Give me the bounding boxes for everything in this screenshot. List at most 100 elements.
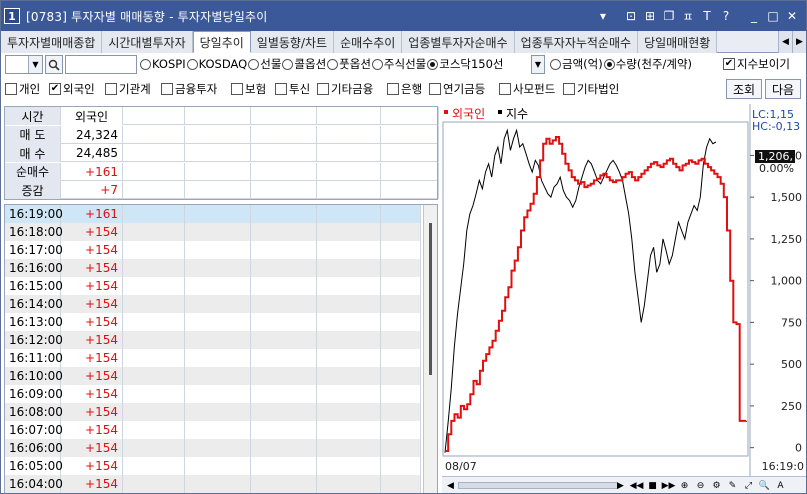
- market-radio-2[interactable]: 선물: [248, 56, 281, 72]
- tab-4[interactable]: 순매수추이: [334, 31, 403, 53]
- chevron-down-icon[interactable]: ▼: [532, 56, 544, 73]
- tab-3[interactable]: 일별동향/차트: [250, 31, 335, 53]
- investor-check-2[interactable]: 기관계: [105, 81, 151, 97]
- investor-check-5[interactable]: 투신: [275, 81, 310, 97]
- table-row[interactable]: 16:14:00 +154: [5, 295, 421, 313]
- code-combo[interactable]: ▼: [5, 55, 43, 74]
- radio-dot[interactable]: [327, 58, 339, 70]
- investor-check-9[interactable]: 사모펀드: [499, 81, 555, 97]
- checkbox-box[interactable]: [429, 83, 441, 95]
- tab-1[interactable]: 시간대별투자자: [102, 31, 193, 53]
- tab-7[interactable]: 당일매매현황: [638, 31, 718, 53]
- tab-2[interactable]: 당일추이: [192, 31, 251, 53]
- checkbox-box[interactable]: [231, 83, 243, 95]
- title-button-5[interactable]: T: [699, 8, 715, 24]
- radio-dot[interactable]: [282, 58, 294, 70]
- chart-scrollbar[interactable]: [458, 482, 618, 489]
- title-button-6[interactable]: ?: [718, 8, 734, 24]
- investor-check-1[interactable]: ✔ 외국인: [49, 81, 95, 97]
- market-radio-6[interactable]: 코스닥150선: [427, 56, 504, 72]
- table-row[interactable]: 16:07:00 +154: [5, 421, 421, 439]
- investor-check-3[interactable]: 금융투자: [161, 81, 217, 97]
- rewind-icon[interactable]: ◀◀: [630, 479, 644, 492]
- radio-dot[interactable]: [371, 58, 383, 70]
- zoom-in-icon[interactable]: ⊕: [678, 479, 691, 492]
- title-button-4[interactable]: ㅍ: [680, 8, 696, 24]
- title-button-7[interactable]: _: [746, 8, 762, 24]
- checkbox-box[interactable]: [105, 83, 117, 95]
- title-button-0[interactable]: ▾: [595, 8, 611, 24]
- tab-6[interactable]: 업종투자자누적순매수: [514, 31, 639, 53]
- table-row[interactable]: 16:18:00 +154: [5, 223, 421, 241]
- search-icon[interactable]: 🔍: [758, 479, 771, 492]
- search-button[interactable]: [45, 55, 63, 74]
- chevron-down-icon[interactable]: ▼: [28, 56, 42, 73]
- market-radio-0[interactable]: KOSPI: [140, 57, 186, 71]
- checkbox-box[interactable]: [317, 83, 329, 95]
- show-index-checkbox[interactable]: ✔ 지수보이기: [723, 56, 790, 72]
- checkbox-box[interactable]: [387, 83, 399, 95]
- play-icon[interactable]: ▶: [614, 479, 627, 492]
- tab-scroll-right-icon[interactable]: ▶: [792, 31, 806, 53]
- table-row[interactable]: 16:13:00 +154: [5, 313, 421, 331]
- investor-check-10[interactable]: 기타법인: [563, 81, 619, 97]
- radio-dot[interactable]: [186, 58, 198, 70]
- forward-icon[interactable]: ▶▶: [662, 479, 676, 492]
- checkbox-box[interactable]: [563, 83, 575, 95]
- unit-radio-1[interactable]: 수량(천주/계약): [603, 56, 692, 72]
- checkbox-box[interactable]: [161, 83, 173, 95]
- table-row[interactable]: 16:15:00 +154: [5, 277, 421, 295]
- title-button-9[interactable]: ✕: [784, 8, 800, 24]
- zoom-out-icon[interactable]: ⊖: [694, 479, 707, 492]
- radio-dot[interactable]: [603, 58, 615, 70]
- table-row[interactable]: 16:19:00 +161: [5, 205, 421, 223]
- query-button[interactable]: 조회: [726, 79, 762, 99]
- table-row[interactable]: 16:08:00 +154: [5, 403, 421, 421]
- show-index-check[interactable]: ✔: [723, 58, 735, 70]
- radio-dot[interactable]: [248, 58, 260, 70]
- investor-check-7[interactable]: 은행: [387, 81, 422, 97]
- radio-dot[interactable]: [550, 58, 561, 70]
- text-icon[interactable]: A: [774, 479, 787, 492]
- investor-check-0[interactable]: 개인: [5, 81, 40, 97]
- table-scrollbar[interactable]: [423, 205, 437, 493]
- table-row[interactable]: 16:17:00 +154: [5, 241, 421, 259]
- stop-icon[interactable]: ■: [646, 479, 659, 492]
- checkbox-box[interactable]: [275, 83, 287, 95]
- table-row[interactable]: 16:04:00 +154: [5, 475, 421, 493]
- tab-5[interactable]: 업종별투자자순매수: [402, 31, 515, 53]
- market-radio-5[interactable]: 주식선물: [371, 56, 426, 72]
- table-row[interactable]: 16:16:00 +154: [5, 259, 421, 277]
- market-radio-4[interactable]: 풋옵션: [327, 56, 371, 72]
- gear-icon[interactable]: ⚙: [710, 479, 723, 492]
- investor-check-8[interactable]: 연기금등: [429, 81, 485, 97]
- chart-scroll-left-icon[interactable]: ◀: [444, 479, 457, 492]
- expand-icon[interactable]: ⤢: [742, 479, 755, 492]
- checkbox-box[interactable]: ✔: [49, 83, 61, 95]
- table-row[interactable]: 16:11:00 +154: [5, 349, 421, 367]
- tab-scroll-left-icon[interactable]: ◀: [778, 31, 792, 53]
- table-row[interactable]: 16:10:00 +154: [5, 367, 421, 385]
- window-number-badge[interactable]: 1: [4, 8, 20, 24]
- checkbox-box[interactable]: [5, 83, 17, 95]
- unit-radio-0[interactable]: 금액(억): [550, 56, 603, 72]
- investor-check-6[interactable]: 기타금융: [317, 81, 373, 97]
- market-radio-3[interactable]: 콜옵션: [282, 56, 326, 72]
- next-button[interactable]: 다음: [765, 79, 801, 99]
- radio-dot[interactable]: [427, 58, 439, 70]
- market-dropdown[interactable]: ▼: [531, 55, 545, 74]
- radio-dot[interactable]: [140, 58, 151, 70]
- table-row[interactable]: 16:09:00 +154: [5, 385, 421, 403]
- market-radio-1[interactable]: KOSDAQ: [186, 57, 247, 71]
- tab-0[interactable]: 투자자별매매종합: [1, 31, 103, 53]
- title-button-3[interactable]: ❐: [661, 8, 677, 24]
- checkbox-box[interactable]: [499, 83, 511, 95]
- title-button-2[interactable]: ⊞: [642, 8, 658, 24]
- title-button-1[interactable]: ⊡: [623, 8, 639, 24]
- investor-check-4[interactable]: 보험: [231, 81, 266, 97]
- table-row[interactable]: 16:12:00 +154: [5, 331, 421, 349]
- scrollbar-thumb[interactable]: [429, 223, 432, 375]
- table-row[interactable]: 16:06:00 +154: [5, 439, 421, 457]
- pencil-icon[interactable]: ✎: [726, 479, 739, 492]
- title-button-8[interactable]: □: [765, 8, 781, 24]
